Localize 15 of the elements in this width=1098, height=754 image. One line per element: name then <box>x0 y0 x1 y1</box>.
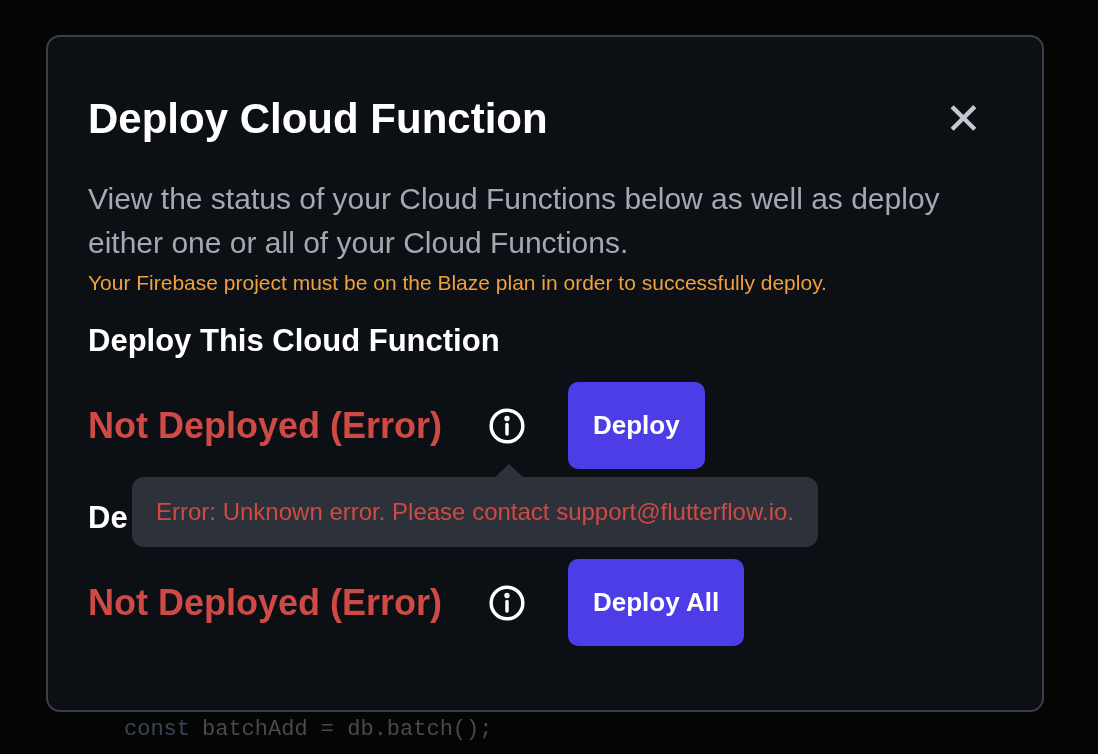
tooltip-text: Error: Unknown error. Please contact support@flutterflow.io. <box>156 498 794 525</box>
deploy-button[interactable]: Deploy <box>568 382 705 469</box>
info-icon[interactable] <box>488 406 526 445</box>
code-keyword: const <box>124 716 190 744</box>
deploy-button[interactable]: Deploy All <box>568 559 745 646</box>
section-heading: De <box>88 499 128 537</box>
code-text: batchAdd = db.batch(); <box>202 716 493 744</box>
dialog-description: View the status of your Cloud Functions below as well as deploy either one or all of your Cloud Functions. <box>88 181 941 261</box>
dialog-title: Deploy Cloud Function <box>88 94 548 144</box>
info-icon[interactable] <box>488 583 526 622</box>
section-heading: Deploy This Cloud Function <box>88 322 500 360</box>
status-text: Not Deployed (Error) <box>88 403 444 448</box>
warning-text: Your Firebase project must be on the Blaze plan in order to successfully deploy. <box>88 270 828 296</box>
status-text: Not Deployed (Error) <box>88 580 444 625</box>
close-button[interactable]: ✕ <box>945 97 982 141</box>
